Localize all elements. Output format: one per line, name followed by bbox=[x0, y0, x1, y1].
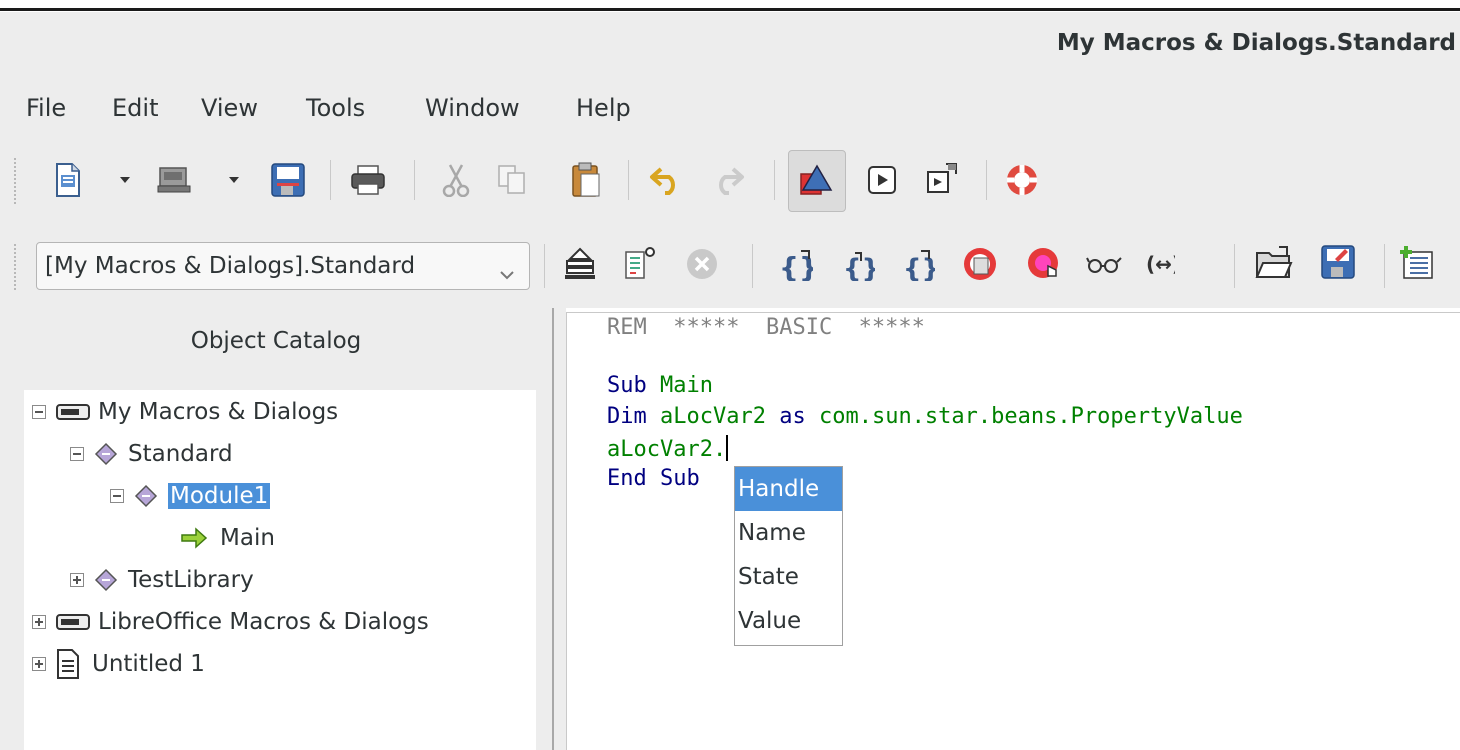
autocomplete-item-name[interactable]: Name bbox=[735, 511, 842, 555]
menu-file[interactable]: File bbox=[26, 94, 66, 122]
tree-item-libreoffice-macros[interactable]: LibreOffice Macros & Dialogs bbox=[32, 604, 429, 640]
container-icon bbox=[56, 404, 90, 420]
window-top-edge bbox=[0, 0, 1460, 12]
autocomplete-item-state[interactable]: State bbox=[735, 555, 842, 599]
save-icon[interactable] bbox=[268, 160, 308, 200]
menu-tools[interactable]: Tools bbox=[306, 94, 365, 122]
code-line-end: End Sub bbox=[607, 466, 700, 491]
menu-view[interactable]: View bbox=[201, 94, 258, 122]
library-select-value: [My Macros & Dialogs].Standard bbox=[45, 253, 416, 279]
help-icon[interactable] bbox=[1002, 160, 1042, 200]
step-over-icon[interactable]: {} bbox=[838, 244, 878, 284]
code-line-rem: REM ***** BASIC ***** bbox=[607, 315, 925, 340]
menu-help[interactable]: Help bbox=[576, 94, 631, 122]
autocomplete-popup: Handle Name State Value bbox=[734, 466, 843, 646]
import-dialog-icon[interactable] bbox=[1398, 242, 1438, 282]
copy-icon[interactable] bbox=[492, 160, 532, 200]
expand-icon[interactable] bbox=[70, 573, 84, 587]
toolbar-separator bbox=[628, 160, 629, 200]
print-icon[interactable] bbox=[348, 160, 388, 200]
step-into-icon[interactable]: {} bbox=[776, 244, 816, 284]
tree-item-untitled-1[interactable]: Untitled 1 bbox=[32, 646, 205, 682]
menu-window[interactable]: Window bbox=[425, 94, 520, 122]
watch-icon[interactable] bbox=[1084, 244, 1124, 284]
paste-icon[interactable] bbox=[566, 160, 606, 200]
new-dropdown-icon[interactable] bbox=[120, 177, 130, 183]
menu-bar: File Edit View Tools Window Help bbox=[0, 82, 1460, 140]
basic-code-editor[interactable]: REM ***** BASIC ***** Sub Main Dim aLocV… bbox=[566, 312, 1460, 750]
tree-item-standard[interactable]: Standard bbox=[70, 436, 233, 472]
manage-breakpoints-icon[interactable] bbox=[1024, 244, 1064, 284]
text-cursor bbox=[726, 435, 729, 461]
code-line-typing: aLocVar2. bbox=[607, 435, 729, 462]
autocomplete-item-handle[interactable]: Handle bbox=[735, 467, 842, 511]
step-out-icon[interactable]: {} bbox=[898, 244, 938, 284]
toolbar-separator bbox=[544, 244, 545, 288]
library-icon bbox=[94, 568, 118, 592]
tree-item-main[interactable]: Main bbox=[180, 520, 275, 556]
open-dropdown-icon[interactable] bbox=[229, 177, 239, 183]
toolbar-grip[interactable] bbox=[14, 244, 18, 290]
document-icon bbox=[57, 649, 79, 679]
object-catalog-tree: My Macros & Dialogs Standard Module1 Mai… bbox=[24, 390, 536, 750]
collapse-icon[interactable] bbox=[110, 489, 124, 503]
menu-edit[interactable]: Edit bbox=[112, 94, 158, 122]
toolbar-separator bbox=[774, 160, 775, 200]
code-line-dim: Dim aLocVar2 as com.sun.star.beans.Prope… bbox=[607, 404, 1243, 429]
stop-icon[interactable] bbox=[682, 244, 722, 284]
toolbar-separator bbox=[1384, 244, 1385, 288]
compile-icon[interactable] bbox=[560, 244, 600, 284]
find-parentheses-icon[interactable]: (↔) bbox=[1140, 244, 1180, 284]
macro-arrow-icon bbox=[181, 527, 208, 549]
toolbar-grip[interactable] bbox=[14, 158, 18, 204]
form-control-icon[interactable] bbox=[922, 158, 962, 198]
chevron-down-icon bbox=[497, 255, 517, 280]
svg-text:{}: {} bbox=[779, 251, 813, 281]
collapse-icon[interactable] bbox=[70, 447, 84, 461]
breakpoint-icon[interactable] bbox=[960, 244, 1000, 284]
save-source-icon[interactable] bbox=[1318, 242, 1358, 282]
toolbar-separator bbox=[414, 160, 415, 200]
svg-text:{}: {} bbox=[843, 254, 875, 281]
new-document-icon[interactable] bbox=[48, 160, 88, 200]
collapse-icon[interactable] bbox=[32, 405, 46, 419]
toolbar-separator bbox=[1234, 244, 1235, 288]
module-icon bbox=[134, 484, 158, 508]
expand-icon[interactable] bbox=[32, 657, 46, 671]
window-title: My Macros & Dialogs.Standard bbox=[1056, 30, 1456, 56]
svg-text:{}: {} bbox=[903, 254, 935, 281]
redo-icon[interactable] bbox=[708, 160, 748, 200]
open-icon[interactable] bbox=[154, 160, 194, 200]
run-basic-icon[interactable] bbox=[620, 244, 660, 284]
tree-item-module1[interactable]: Module1 bbox=[110, 478, 271, 514]
title-bar: My Macros & Dialogs.Standard bbox=[0, 12, 1460, 82]
container-icon bbox=[56, 614, 90, 630]
basic-shapes-icon[interactable] bbox=[788, 150, 846, 212]
toolbar-separator bbox=[330, 160, 331, 200]
object-catalog-title: Object Catalog bbox=[190, 328, 362, 354]
cut-icon[interactable] bbox=[436, 160, 476, 200]
expand-icon[interactable] bbox=[32, 615, 46, 629]
run-icon[interactable] bbox=[862, 160, 902, 200]
insert-source-icon[interactable] bbox=[1254, 242, 1294, 282]
library-select[interactable]: [My Macros & Dialogs].Standard bbox=[36, 242, 530, 290]
tree-item-my-macros[interactable]: My Macros & Dialogs bbox=[32, 394, 338, 430]
standard-toolbar bbox=[0, 140, 1460, 226]
undo-icon[interactable] bbox=[646, 160, 686, 200]
toolbar-separator bbox=[752, 244, 753, 288]
library-icon bbox=[94, 442, 118, 466]
tree-item-testlibrary[interactable]: TestLibrary bbox=[70, 562, 254, 598]
svg-text:(↔): (↔) bbox=[1146, 252, 1175, 276]
toolbar-separator bbox=[986, 160, 987, 200]
code-line-sub: Sub Main bbox=[607, 373, 713, 398]
autocomplete-item-value[interactable]: Value bbox=[735, 599, 842, 643]
pane-splitter[interactable] bbox=[552, 308, 566, 750]
